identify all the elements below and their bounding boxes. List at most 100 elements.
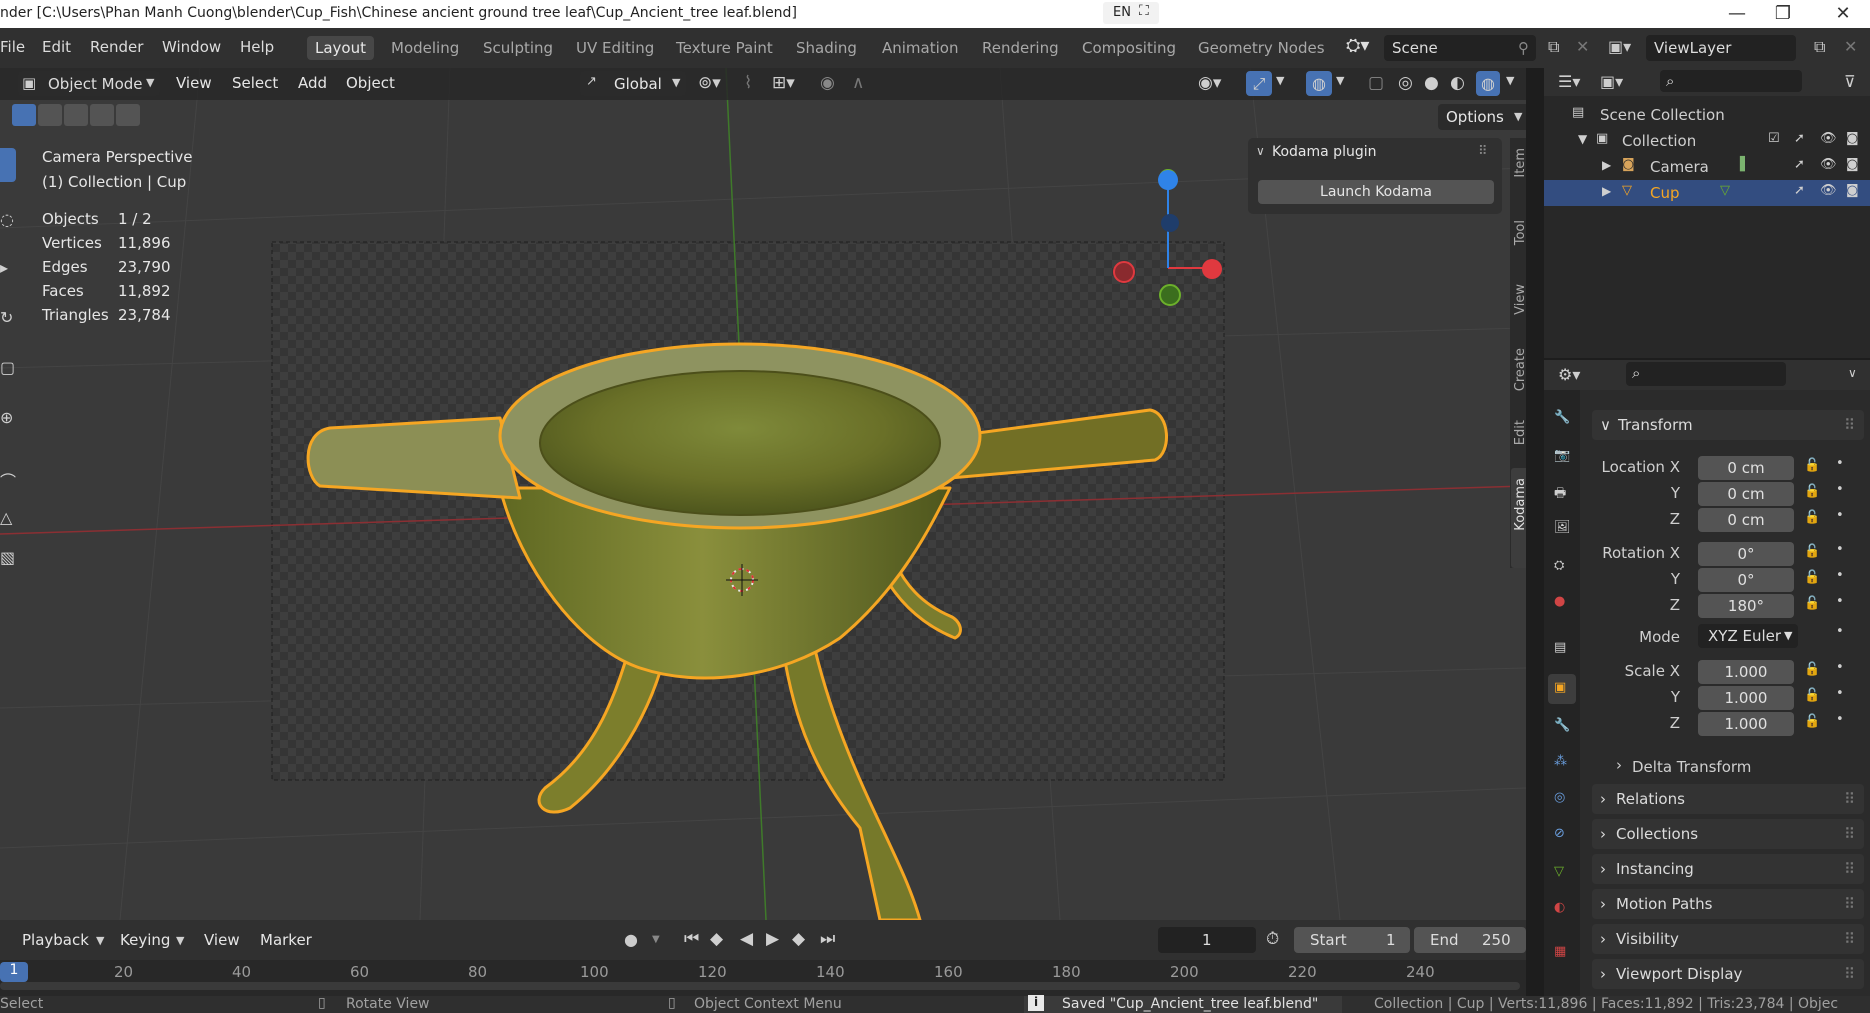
rotation-z-field[interactable]: 180° bbox=[1698, 594, 1794, 618]
lock-icon[interactable]: 🔓 bbox=[1804, 458, 1820, 473]
chevron-down-icon[interactable]: ∨ bbox=[1848, 366, 1857, 380]
outliner-row-selected[interactable]: ▶ ▽ Cup ▽ ➚ 👁 ◙ bbox=[1544, 180, 1870, 206]
saved-report[interactable]: i Saved "Cup_Ancient_tree leaf.blend" bbox=[1024, 995, 1342, 1013]
location-x-field[interactable]: 0 cm bbox=[1698, 456, 1794, 480]
lock-icon[interactable]: 🔓 bbox=[1804, 570, 1820, 585]
viewport-display-panel-header[interactable]: › Viewport Display ⠿ bbox=[1592, 959, 1864, 989]
collection-tab-icon[interactable]: ▤ bbox=[1554, 640, 1566, 655]
timeline-menu-playback[interactable]: Playback bbox=[22, 931, 89, 949]
tab-modeling[interactable]: Modeling bbox=[383, 36, 467, 60]
launch-kodama-button[interactable]: Launch Kodama bbox=[1258, 180, 1494, 204]
selectable-icon[interactable]: ➚ bbox=[1794, 157, 1805, 172]
keyframe-dot-icon[interactable]: • bbox=[1836, 712, 1844, 727]
cursor-tool-icon[interactable]: ◌ bbox=[0, 210, 14, 229]
select-invert-icon[interactable] bbox=[90, 104, 114, 126]
chevron-down-icon[interactable]: ▼ bbox=[96, 934, 104, 947]
annotate-tool-icon[interactable]: ⌒ bbox=[0, 468, 16, 492]
outliner-row[interactable]: ▼ ▣ Collection ☑ ➚ 👁 ◙ bbox=[1544, 128, 1870, 154]
filter-icon[interactable]: ⊽ bbox=[1844, 72, 1856, 91]
keyframe-dot-icon[interactable]: • bbox=[1836, 456, 1844, 471]
outliner-row[interactable]: ▤ Scene Collection bbox=[1544, 102, 1870, 128]
delete-scene-icon[interactable]: ✕ bbox=[1576, 37, 1589, 56]
lock-icon[interactable]: 🔓 bbox=[1804, 688, 1820, 703]
maximize-button[interactable]: ❐ bbox=[1756, 0, 1810, 28]
chevron-down-icon[interactable]: ▼ bbox=[1336, 74, 1344, 87]
lock-icon[interactable]: 🔓 bbox=[1804, 714, 1820, 729]
record-icon[interactable]: ● bbox=[624, 930, 638, 949]
menu-file[interactable]: File bbox=[0, 38, 25, 56]
instancing-panel-header[interactable]: › Instancing ⠿ bbox=[1592, 854, 1864, 884]
rotation-y-field[interactable]: 0° bbox=[1698, 568, 1794, 592]
render-tab-icon[interactable]: 📷 bbox=[1554, 448, 1570, 463]
display-mode-icon[interactable]: ▣▾ bbox=[1600, 72, 1623, 91]
camera-render-icon[interactable]: ◙ bbox=[1846, 157, 1859, 172]
rendered-shading-icon[interactable]: ◍ bbox=[1476, 71, 1500, 96]
outliner-search-input[interactable]: ⌕ bbox=[1660, 70, 1802, 92]
mode-selector[interactable]: ▣ Object Mode ▼ bbox=[18, 71, 160, 96]
tab-animation[interactable]: Animation bbox=[874, 36, 966, 60]
add-cube-tool-icon[interactable]: ▧ bbox=[0, 548, 15, 567]
frame-ruler[interactable]: 1 20 40 60 80 100 120 140 160 180 200 22… bbox=[0, 960, 1526, 1000]
wireframe-shading-icon[interactable]: ◎ bbox=[1398, 73, 1413, 93]
new-view-layer-icon[interactable]: ⧉ bbox=[1814, 37, 1825, 57]
drag-handle-icon[interactable]: ⠿ bbox=[1844, 784, 1855, 814]
timeline-menu-view[interactable]: View bbox=[204, 931, 240, 949]
lock-icon[interactable]: 🔓 bbox=[1804, 484, 1820, 499]
keyframe-dot-icon[interactable]: • bbox=[1836, 686, 1844, 701]
view-layer-tab-icon[interactable]: 🖼 bbox=[1554, 520, 1571, 535]
stopwatch-icon[interactable]: ⏱ bbox=[1266, 929, 1279, 949]
view-layer-selector[interactable]: ViewLayer bbox=[1646, 35, 1796, 61]
camera-render-icon[interactable]: ◙ bbox=[1846, 183, 1859, 198]
constraints-tab-icon[interactable]: ⊘ bbox=[1554, 826, 1565, 841]
keyframe-dot-icon[interactable]: • bbox=[1836, 624, 1844, 639]
menu-window[interactable]: Window bbox=[162, 38, 221, 56]
view-layer-icon[interactable]: ▣▾ bbox=[1608, 37, 1631, 56]
tab-edit[interactable]: Edit bbox=[1513, 420, 1526, 445]
scale-z-field[interactable]: 1.000 bbox=[1698, 712, 1794, 736]
measure-tool-icon[interactable]: △ bbox=[0, 508, 12, 527]
modifier-tab-icon[interactable]: 🔧 bbox=[1554, 718, 1570, 733]
timeline-scrollbar[interactable] bbox=[0, 982, 1520, 990]
scale-y-field[interactable]: 1.000 bbox=[1698, 686, 1794, 710]
visibility-icon[interactable]: ◉▾ bbox=[1198, 73, 1221, 93]
pivot-icon[interactable]: ⊚▾ bbox=[698, 73, 721, 93]
selectable-icon[interactable]: ➚ bbox=[1794, 183, 1805, 198]
delta-transform-subpanel[interactable]: › Delta Transform bbox=[1608, 754, 1864, 780]
scale-tool-icon[interactable]: ▢ bbox=[0, 358, 15, 377]
motion-paths-panel-header[interactable]: › Motion Paths ⠿ bbox=[1592, 889, 1864, 919]
gizmo-toggle-icon[interactable]: ⤢ bbox=[1246, 71, 1272, 96]
mesh-data-icon[interactable]: ▽ bbox=[1720, 183, 1730, 198]
viewport-menu-object[interactable]: Object bbox=[346, 74, 395, 92]
end-frame-field[interactable]: End 250 bbox=[1414, 927, 1526, 953]
camera-render-icon[interactable]: ◙ bbox=[1846, 131, 1859, 146]
location-y-field[interactable]: 0 cm bbox=[1698, 482, 1794, 506]
proportional-edit-icon[interactable]: ◉ bbox=[820, 73, 835, 93]
chevron-down-icon[interactable]: ▼ bbox=[1578, 132, 1587, 146]
timeline-menu-marker[interactable]: Marker bbox=[260, 931, 312, 949]
lock-icon[interactable]: 🔓 bbox=[1804, 596, 1820, 611]
eye-icon[interactable]: 👁 bbox=[1820, 157, 1837, 172]
drag-handle-icon[interactable]: ⠿ bbox=[1844, 854, 1855, 884]
chevron-down-icon[interactable]: ▼ bbox=[176, 934, 184, 947]
chevron-down-icon[interactable]: ▼ bbox=[1506, 74, 1514, 87]
gizmo-neg-y-icon[interactable] bbox=[1159, 284, 1181, 306]
menu-render[interactable]: Render bbox=[90, 38, 143, 56]
current-frame-field[interactable]: 1 bbox=[1158, 927, 1256, 953]
relations-panel-header[interactable]: › Relations ⠿ bbox=[1592, 784, 1864, 814]
particles-tab-icon[interactable]: ⁂ bbox=[1554, 754, 1567, 769]
tool-tab-icon[interactable]: 🔧 bbox=[1554, 410, 1570, 425]
pin-icon[interactable]: ⚲ bbox=[1518, 35, 1529, 61]
scale-x-field[interactable]: 1.000 bbox=[1698, 660, 1794, 684]
viewport-menu-select[interactable]: Select bbox=[232, 74, 278, 92]
solid-shading-icon[interactable]: ● bbox=[1424, 73, 1439, 93]
gizmo-neg-z-icon[interactable] bbox=[1161, 214, 1179, 232]
tab-sculpting[interactable]: Sculpting bbox=[475, 36, 561, 60]
drag-handle-icon[interactable]: ⠿ bbox=[1844, 924, 1855, 954]
transform-tool-icon[interactable]: ⊕ bbox=[0, 408, 13, 427]
select-extend-icon[interactable] bbox=[38, 104, 62, 126]
plugin-panel-title[interactable]: Kodama plugin bbox=[1272, 144, 1376, 160]
tab-view[interactable]: View bbox=[1513, 284, 1526, 315]
transform-orientation[interactable]: ↗ Global ▼ bbox=[580, 71, 686, 96]
lock-icon[interactable]: 🔓 bbox=[1804, 510, 1820, 525]
material-tab-icon[interactable]: ◐ bbox=[1554, 900, 1565, 915]
